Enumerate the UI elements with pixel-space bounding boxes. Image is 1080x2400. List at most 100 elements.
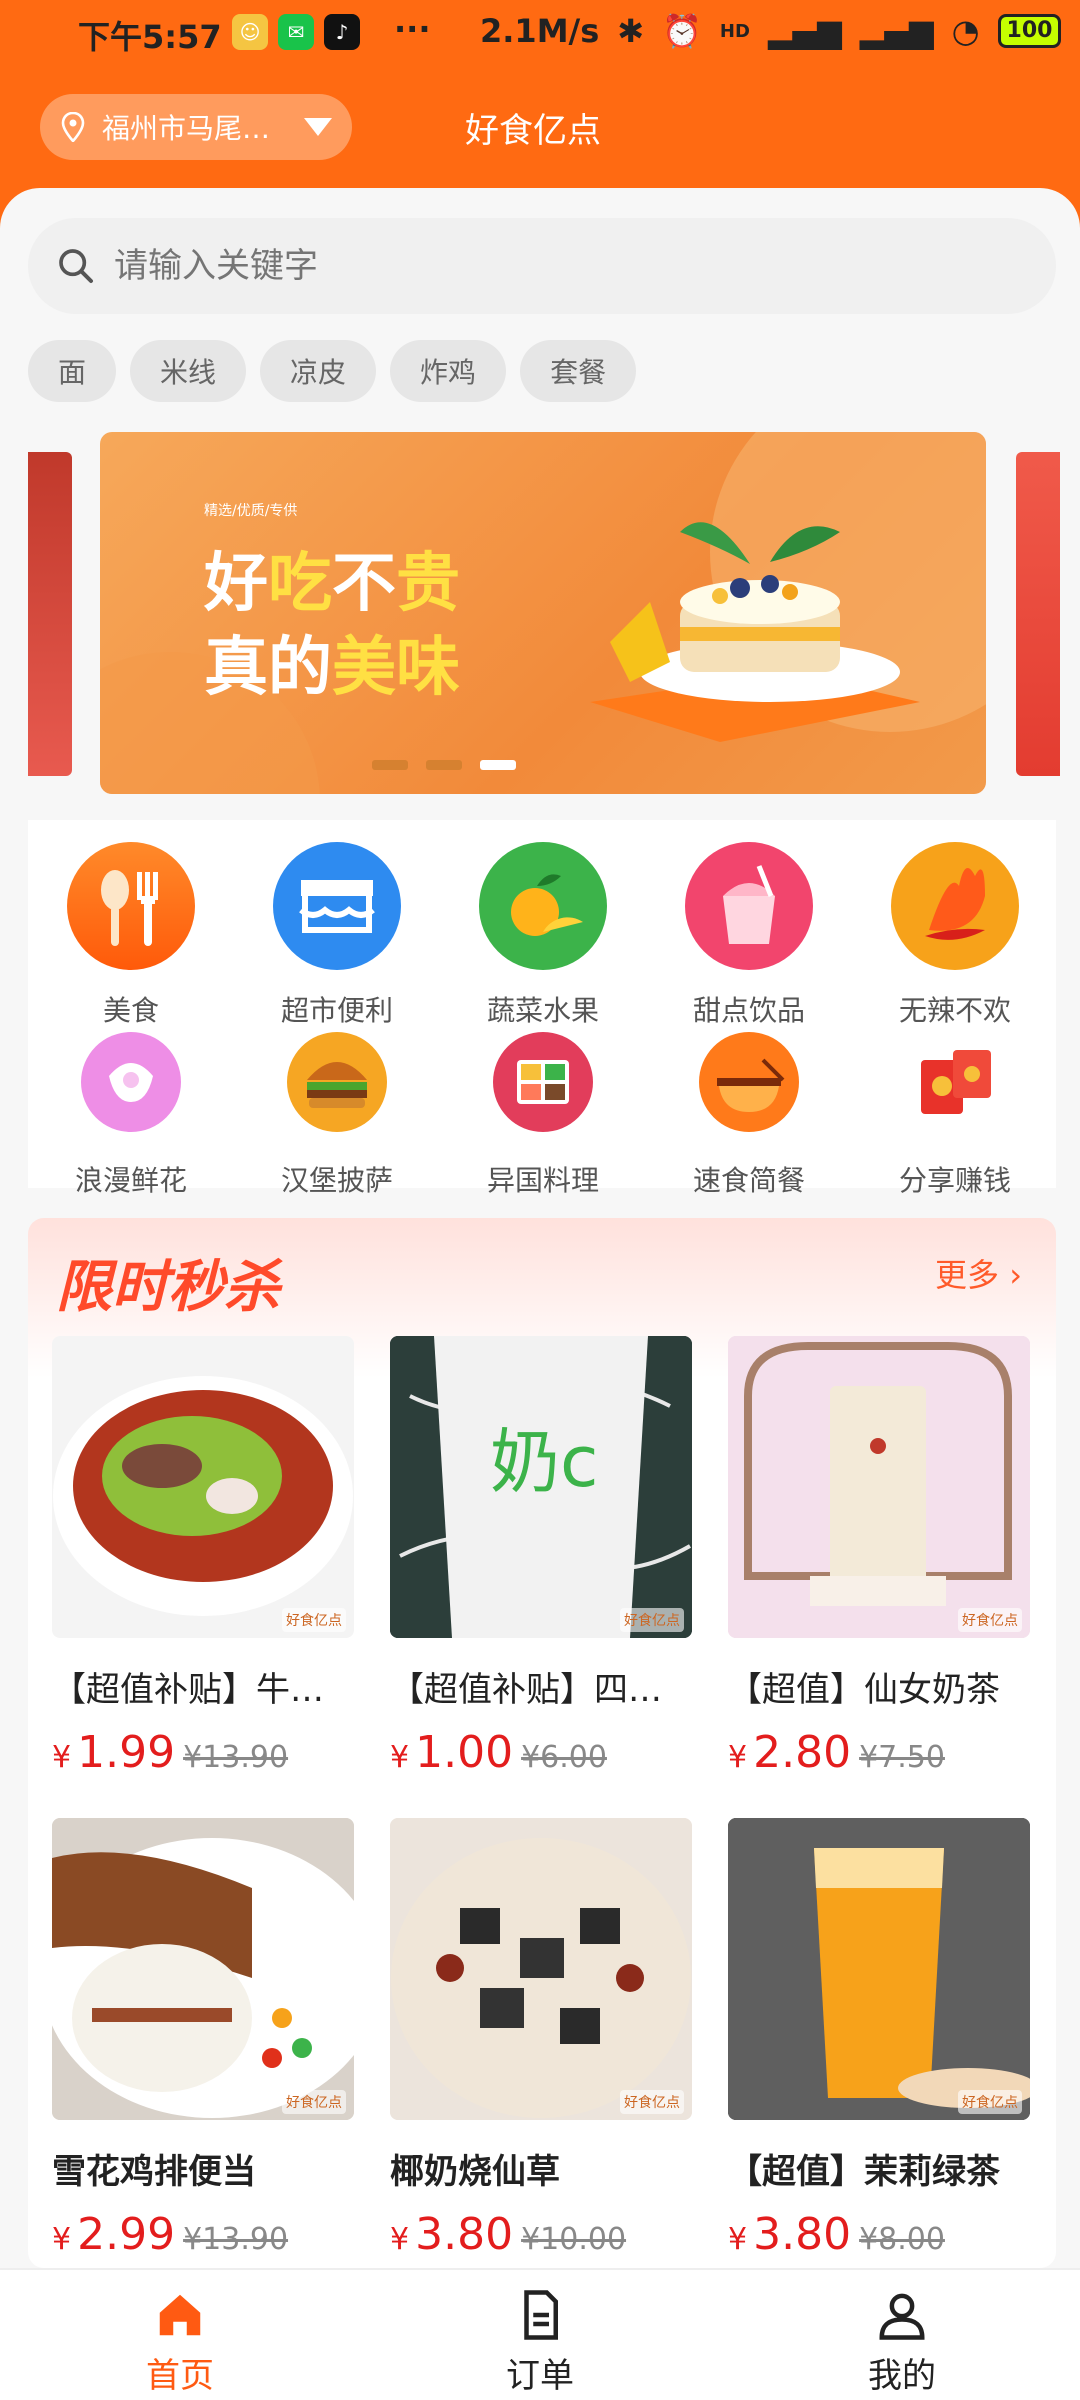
category-foreign[interactable]: 异国料理 xyxy=(440,1030,646,1199)
flash-sale-section: 限时秒杀 更多 › 好食亿点 【超值补贴】牛… ¥1.99 ¥13.90 奶c … xyxy=(28,1218,1056,2268)
product-price: ¥2.99 ¥13.90 xyxy=(52,2209,354,2260)
product-price: ¥1.00 ¥6.00 xyxy=(390,1727,692,1778)
product-image: 好食亿点 xyxy=(728,1818,1030,2120)
product-card[interactable]: 好食亿点 雪花鸡排便当 ¥2.99 ¥13.90 xyxy=(52,1818,354,2260)
carousel-indicator xyxy=(372,760,516,770)
product-name: 【超值】仙女奶茶 xyxy=(728,1670,1000,1710)
chip-keyword[interactable]: 凉皮 xyxy=(260,340,377,402)
original-price: ¥7.50 xyxy=(859,1740,945,1775)
orange-icon xyxy=(479,842,607,970)
chip-keyword[interactable]: 米线 xyxy=(130,340,247,402)
more-notifications: ··· xyxy=(394,10,431,48)
signal-icon: ▂▄▆ xyxy=(767,12,842,50)
category-fastfood[interactable]: 速食简餐 xyxy=(646,1030,852,1199)
status-indicators: 2.1M/s ✱ ⏰ HD ▂▄▆ ▂▄▆ ◔ 100 ⚡ xyxy=(480,12,1080,50)
currency-symbol: ¥ xyxy=(52,2222,72,2257)
tab-orders[interactable]: 订单 xyxy=(460,2288,620,2397)
chip-keyword[interactable]: 面 xyxy=(28,340,117,402)
headline-word: 真的 xyxy=(204,631,332,705)
main-content: 面 米线 凉皮 炸鸡 套餐 精选/优质/专供 好吃不贵 真的美味 xyxy=(0,188,1080,2268)
category-grid: 美食 超市便利 蔬菜水果 甜点饮品 无辣不欢 浪漫鲜花 汉堡披萨 异国料理 速食… xyxy=(28,820,1058,1197)
original-price: ¥8.00 xyxy=(859,2222,945,2257)
currency-symbol: ¥ xyxy=(390,1740,410,1775)
tab-label: 我的 xyxy=(868,2356,936,2396)
original-price: ¥6.00 xyxy=(521,1740,607,1775)
store-icon xyxy=(273,842,401,970)
banner-carousel[interactable]: 精选/优质/专供 好吃不贵 真的美味 xyxy=(0,432,1080,812)
tab-mine[interactable]: 我的 xyxy=(822,2288,982,2397)
tab-home[interactable]: 首页 xyxy=(100,2288,260,2397)
product-image: 好食亿点 xyxy=(728,1336,1030,1638)
burger-icon xyxy=(287,1032,387,1132)
product-card[interactable]: 好食亿点 【超值补贴】牛… ¥1.99 ¥13.90 xyxy=(52,1336,354,1778)
more-label: 更多 xyxy=(935,1256,1000,1294)
sale-price: 3.80 xyxy=(415,2209,514,2260)
category-label: 甜点饮品 xyxy=(692,994,805,1027)
banner-slide[interactable]: 精选/优质/专供 好吃不贵 真的美味 xyxy=(100,432,986,794)
milk-tea-image xyxy=(728,1336,1030,1638)
product-price: ¥3.80 ¥8.00 xyxy=(728,2209,1030,2260)
chili-icon xyxy=(891,842,1019,970)
headline-word: 吃 xyxy=(268,547,332,621)
chip-keyword[interactable]: 炸鸡 xyxy=(390,340,507,402)
category-label: 美食 xyxy=(102,994,159,1027)
search-input[interactable] xyxy=(114,246,1014,286)
status-bar: 下午5:57 ☺ ✉ ♪ ··· 2.1M/s ✱ ⏰ HD ▂▄▆ ▂▄▆ ◔… xyxy=(0,0,1080,70)
wechat-icon: ✉ xyxy=(278,14,314,50)
bottom-tab-bar: 首页 订单 我的 xyxy=(0,2268,1080,2400)
watermark: 好食亿点 xyxy=(620,1608,684,1632)
product-card[interactable]: 奶c 好食亿点 【超值补贴】四… ¥1.00 ¥6.00 xyxy=(390,1336,692,1778)
wifi-icon: ◔ xyxy=(951,12,980,50)
status-time: 下午5:57 xyxy=(78,18,222,56)
signal-label: HD xyxy=(719,20,750,42)
product-image: 好食亿点 xyxy=(52,1818,354,2120)
watermark: 好食亿点 xyxy=(958,2090,1022,2114)
banner-prev-slide[interactable] xyxy=(28,452,72,776)
sale-price: 1.00 xyxy=(415,1727,514,1778)
drink-icon xyxy=(685,842,813,970)
product-name: 【超值补贴】牛… xyxy=(52,1670,324,1710)
tab-label: 订单 xyxy=(506,2356,574,2396)
category-flowers[interactable]: 浪漫鲜花 xyxy=(28,1030,234,1199)
flash-sale-title: 限时秒杀 xyxy=(56,1255,280,1320)
banner-next-slide[interactable] xyxy=(1016,452,1060,776)
banner-headline-2: 真的美味 xyxy=(204,616,460,708)
currency-symbol: ¥ xyxy=(390,2222,410,2257)
product-card[interactable]: 好食亿点 【超值】茉莉绿茶 ¥3.80 ¥8.00 xyxy=(728,1818,1030,2260)
category-food[interactable]: 美食 xyxy=(28,840,234,1029)
category-spicy[interactable]: 无辣不欢 xyxy=(852,840,1058,1029)
product-card[interactable]: 好食亿点 椰奶烧仙草 ¥3.80 ¥10.00 xyxy=(390,1818,692,2260)
carousel-dot[interactable] xyxy=(426,760,462,770)
chevron-right-icon: › xyxy=(1009,1256,1022,1294)
category-desserts[interactable]: 甜点饮品 xyxy=(646,840,852,1029)
net-speed: 2.1M/s xyxy=(480,12,600,50)
location-pin-icon xyxy=(61,112,85,142)
category-burger[interactable]: 汉堡披萨 xyxy=(234,1030,440,1199)
watermark: 好食亿点 xyxy=(282,2090,346,2114)
product-card[interactable]: 好食亿点 【超值】仙女奶茶 ¥2.80 ¥7.50 xyxy=(728,1336,1030,1778)
headline-word: 不 xyxy=(332,547,396,621)
chevron-down-icon xyxy=(304,118,332,136)
location-selector[interactable]: 福州市马尾… xyxy=(40,94,352,160)
category-label: 超市便利 xyxy=(280,994,393,1027)
carousel-dot-active[interactable] xyxy=(480,760,516,770)
banner-headline-1: 好吃不贵 xyxy=(204,532,460,624)
category-share[interactable]: 分享赚钱 xyxy=(852,1030,1058,1199)
redpacket-icon xyxy=(921,1050,991,1114)
search-icon xyxy=(59,249,93,283)
carousel-dot[interactable] xyxy=(372,760,408,770)
milk-tea-cup-image: 奶c xyxy=(390,1336,692,1638)
chip-keyword[interactable]: 套餐 xyxy=(520,340,637,402)
sale-price: 1.99 xyxy=(77,1727,176,1778)
status-app-icons: ☺ ✉ ♪ xyxy=(232,14,360,50)
product-name: 椰奶烧仙草 xyxy=(390,2152,560,2192)
category-supermarket[interactable]: 超市便利 xyxy=(234,840,440,1029)
category-label: 无辣不欢 xyxy=(898,994,1011,1027)
more-link[interactable]: 更多 › xyxy=(935,1250,1022,1296)
bento-icon xyxy=(493,1032,593,1132)
sale-price: 3.80 xyxy=(753,2209,852,2260)
category-fruits[interactable]: 蔬菜水果 xyxy=(440,840,646,1029)
location-label: 福州市马尾… xyxy=(102,112,271,145)
original-price: ¥10.00 xyxy=(521,2222,627,2257)
search-bar[interactable] xyxy=(28,218,1056,314)
